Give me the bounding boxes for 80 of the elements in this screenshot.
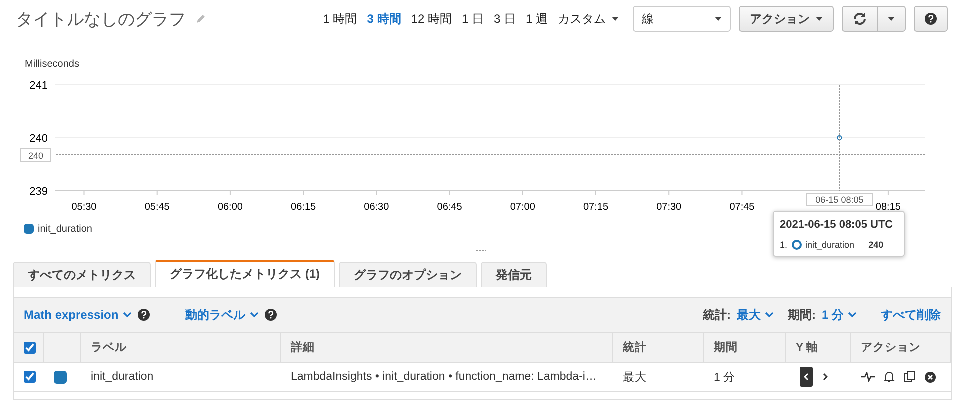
delete-all-link[interactable]: すべて削除 [881,306,941,324]
chevron-down-icon [848,312,857,318]
column-header: Y 軸 [786,332,851,362]
pulse-icon[interactable] [861,372,875,382]
stat-dropdown[interactable]: 最大 [736,306,774,324]
legend-label: init_duration [38,224,92,234]
caret-icon [888,17,895,21]
remove-icon[interactable] [925,372,936,382]
chevron-down-icon [250,312,259,318]
left-axis-button[interactable] [800,367,813,387]
help-icon[interactable] [138,309,150,321]
time-range-link[interactable]: 3 日 [494,10,516,28]
tick-label: 07:30 [656,202,682,213]
table-cell: 1 分 [704,362,786,392]
tooltip-index: 1. [780,240,788,250]
time-range-link[interactable]: 1 時間 [323,10,358,28]
graph-title: タイトルなしのグラフ [16,8,186,30]
time-marker: 06-15 08:05 [806,194,874,206]
refresh-icon [853,13,867,25]
column-header: アクション [851,332,951,362]
time-range-link[interactable]: 1 日 [462,10,484,28]
tick-label: 07:00 [510,202,536,213]
bell-icon[interactable] [884,371,895,383]
color-swatch[interactable] [54,370,67,384]
column-header: 詳細 [281,332,613,362]
legend-swatch [24,224,34,234]
table-cell: LambdaInsights • init_duration • function_name: Lambda-i… [281,362,613,392]
help-icon[interactable] [925,13,937,25]
tab[interactable]: グラフ化したメトリクス (1) [155,260,335,287]
caret-icon [715,17,722,21]
tick-label: 06:15 [291,202,316,213]
tick-label: 240 [30,133,48,145]
data-point [837,136,842,140]
tick-label: 05:30 [72,202,97,213]
stat-label: 統計: [702,306,731,324]
value-marker: 240 [20,148,52,162]
actions-button[interactable]: アクション [739,6,834,32]
caret-icon [612,17,619,21]
tick-label: 06:45 [437,202,462,213]
period-label: 期間: [788,306,816,324]
chart-type-select[interactable]: 線 [633,6,731,32]
math-expression-link[interactable]: Math expression [24,308,132,322]
table-cell: init_duration [81,362,281,392]
tooltip-title: 2021-06-15 08:05 UTC [780,218,894,232]
column-header: 期間 [704,332,786,362]
time-range-link[interactable]: 1 週 [526,10,548,28]
tick-label: 07:15 [584,202,609,213]
chevron-down-icon [764,312,774,318]
help-button[interactable] [914,6,948,32]
tick-label: 241 [30,80,48,92]
tab[interactable]: すべてのメトリクス [13,262,151,287]
column-header: 統計 [613,332,704,362]
tooltip-series: init_duration [806,240,855,250]
tooltip-value: 240 [868,240,884,250]
help-icon[interactable] [264,309,277,321]
custom-range-link[interactable]: カスタム [558,6,619,32]
chevron-right-icon [823,373,828,381]
copy-icon[interactable] [904,371,916,383]
resize-handle-icon[interactable] [476,250,486,252]
chevron-down-icon [122,312,132,318]
tick-label: 08:15 [876,202,901,213]
refresh-button[interactable] [842,6,878,32]
row-checkbox[interactable] [24,371,36,383]
time-range-link[interactable]: 3 時間 [367,10,402,28]
dynamic-label-link[interactable]: 動的ラベル [186,306,259,324]
tick-label: 05:45 [144,202,170,213]
tab[interactable]: グラフのオプション [339,262,477,287]
caret-icon [816,17,823,21]
time-range-link[interactable]: 12 時間 [411,10,452,28]
tick-label: 07:45 [730,202,755,213]
column-header: ラベル [81,332,281,362]
axis-label: Milliseconds [25,59,80,70]
period-dropdown[interactable]: 1 分 [822,306,857,324]
select-all-checkbox[interactable] [24,342,36,354]
tick-label: 06:00 [218,202,243,213]
chevron-left-icon [804,373,809,381]
tick-label: 06:30 [364,202,390,213]
tab[interactable]: 発信元 [481,262,547,287]
table-cell: 最大 [613,362,704,392]
tick-label: 239 [30,186,48,198]
